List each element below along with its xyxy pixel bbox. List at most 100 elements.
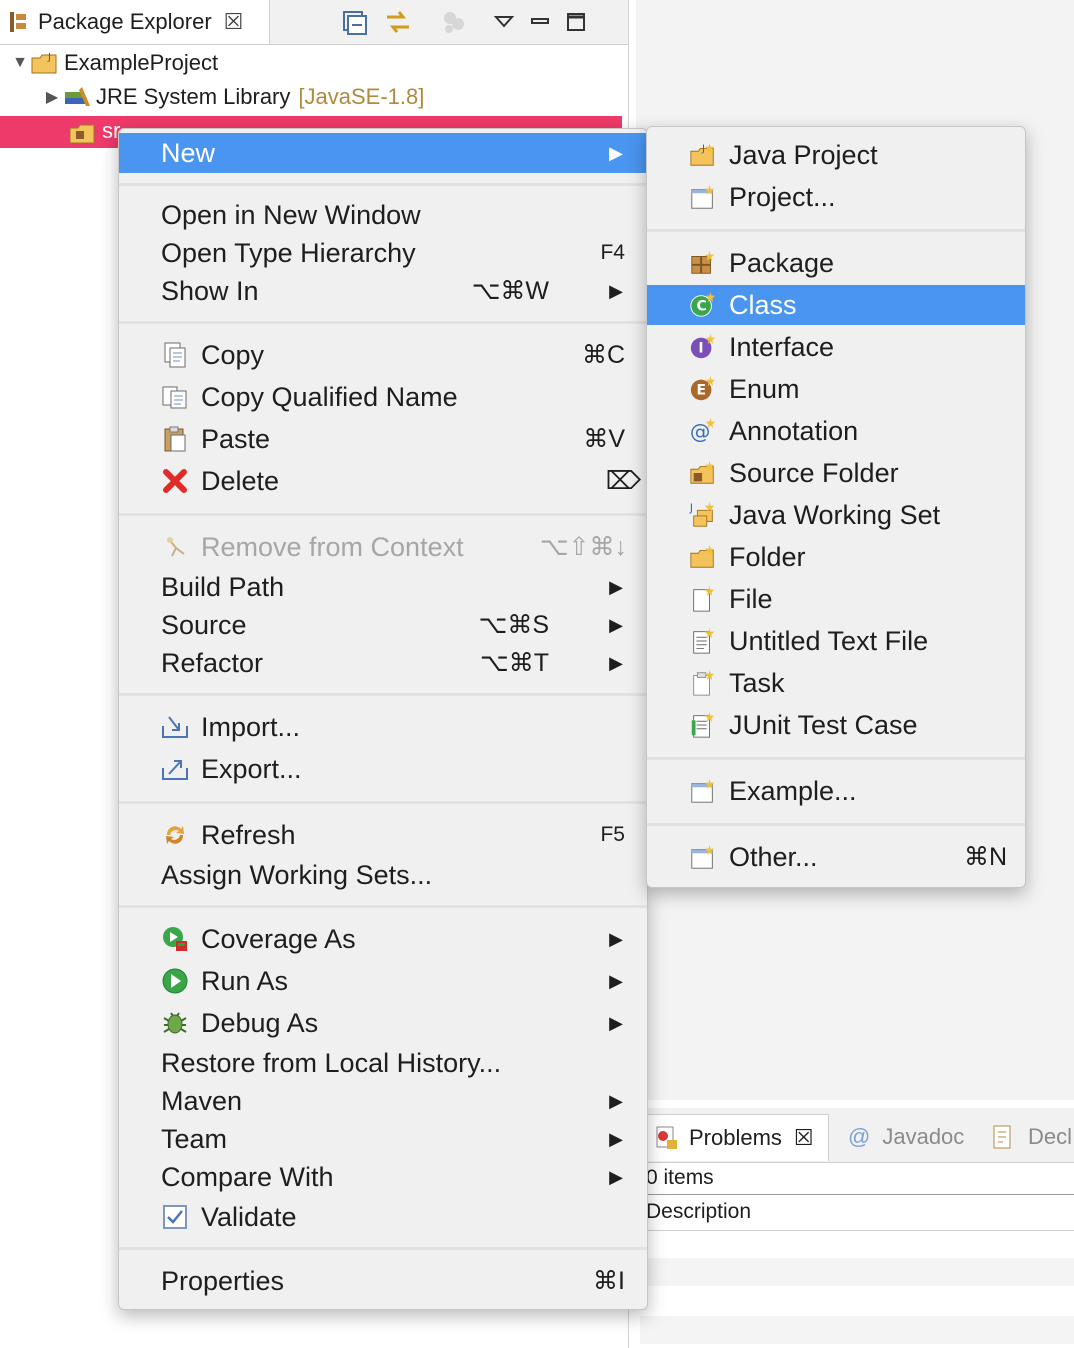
tab-problems[interactable]: Problems ☒: [644, 1114, 829, 1161]
menu-item-coverage-as[interactable]: Coverage As ▶: [119, 919, 647, 959]
expand-down-icon[interactable]: ▼: [10, 53, 30, 73]
separator: [119, 693, 647, 696]
separator: [119, 1247, 647, 1250]
submenu-arrow-icon: ▶: [609, 1012, 623, 1033]
menu-item-show-in[interactable]: Show In ⌥⌘W ▶: [119, 271, 647, 311]
project-label: ExampleProject: [64, 50, 219, 75]
svg-text:E: E: [696, 383, 706, 399]
submenu-item-file[interactable]: File: [647, 579, 1025, 619]
menu-item-import[interactable]: Import...: [119, 707, 647, 747]
submenu-arrow-icon: ▶: [609, 1128, 623, 1149]
submenu-item-folder[interactable]: Folder: [647, 537, 1025, 577]
submenu-arrow-icon: ▶: [609, 142, 623, 163]
menu-item-new[interactable]: New ▶: [119, 133, 647, 173]
separator: [647, 229, 1025, 232]
submenu-item-java-working-set[interactable]: J Java Working Set: [647, 495, 1025, 535]
menu-item-export[interactable]: Export...: [119, 749, 647, 789]
focus-task-icon[interactable]: [436, 4, 472, 40]
separator: [647, 823, 1025, 826]
column-header-description[interactable]: Description: [646, 1200, 751, 1224]
divider: [640, 1230, 1074, 1231]
submenu-item-project[interactable]: Project...: [647, 177, 1025, 217]
source-folder-icon: [69, 124, 95, 144]
view-menu-icon[interactable]: [486, 4, 522, 40]
menu-item-run-as[interactable]: Run As ▶: [119, 961, 647, 1001]
menu-item-paste[interactable]: Paste ⌘V: [119, 419, 647, 459]
svg-text:J: J: [701, 143, 705, 154]
collapse-all-icon[interactable]: [336, 4, 372, 40]
tree-item-project[interactable]: ▼ J ExampleProject: [10, 46, 218, 80]
menu-item-assign-working-sets[interactable]: Assign Working Sets...: [119, 855, 647, 895]
submenu-item-class[interactable]: C Class: [647, 285, 1025, 325]
menu-item-delete[interactable]: Delete ⌦: [119, 461, 647, 501]
tab-javadoc[interactable]: @ Javadoc: [848, 1114, 964, 1160]
submenu-item-annotation[interactable]: @ Annotation: [647, 411, 1025, 451]
menu-item-remove-from-context: Remove from Context ⌥⇧⌘↓: [119, 527, 647, 567]
close-icon[interactable]: ☒: [794, 1125, 814, 1151]
copy-icon: [161, 341, 189, 369]
file-icon: [689, 585, 717, 613]
tab-package-explorer[interactable]: Package Explorer ☒: [0, 0, 270, 44]
table-row: [640, 1258, 1074, 1286]
junit-icon: [689, 711, 717, 739]
table-row: [640, 1316, 1074, 1344]
link-with-editor-icon[interactable]: [380, 4, 416, 40]
submenu-item-junit-test-case[interactable]: JUnit Test Case: [647, 705, 1025, 745]
menu-item-build-path[interactable]: Build Path ▶: [119, 567, 647, 607]
at-icon: @: [848, 1124, 871, 1149]
submenu-arrow-icon: ▶: [609, 928, 623, 949]
submenu-item-interface[interactable]: I Interface: [647, 327, 1025, 367]
menu-item-debug-as[interactable]: Debug As ▶: [119, 1003, 647, 1043]
new-submenu: J Java Project Project... Package C Clas…: [646, 126, 1026, 888]
submenu-item-package[interactable]: Package: [647, 243, 1025, 283]
submenu-item-other[interactable]: Other... ⌘N: [647, 837, 1025, 877]
menu-item-copy[interactable]: Copy ⌘C: [119, 335, 647, 375]
wizard-icon: [689, 777, 717, 805]
coverage-icon: [161, 925, 189, 953]
tab-problems-label: Problems: [689, 1125, 782, 1150]
menu-item-refactor[interactable]: Refactor ⌥⌘T ▶: [119, 643, 647, 683]
submenu-item-java-project[interactable]: J Java Project: [647, 135, 1025, 175]
separator: [119, 513, 647, 516]
task-icon: [689, 669, 717, 697]
menu-item-open-new-window[interactable]: Open in New Window: [119, 195, 647, 235]
minimize-icon[interactable]: [522, 4, 558, 40]
problems-count: 0 items: [646, 1166, 714, 1189]
wizard-icon: [689, 843, 717, 871]
menu-item-properties[interactable]: Properties ⌘I: [119, 1261, 647, 1301]
tab-title: Package Explorer: [38, 9, 212, 34]
submenu-arrow-icon: ▶: [609, 576, 623, 597]
menu-item-team[interactable]: Team ▶: [119, 1119, 647, 1159]
menu-item-validate[interactable]: Validate: [119, 1197, 647, 1237]
separator: [119, 905, 647, 908]
menu-item-copy-qualified-name[interactable]: Copy Qualified Name: [119, 377, 647, 417]
maximize-icon[interactable]: [558, 4, 594, 40]
paste-icon: [161, 425, 189, 453]
view-toolbar: [336, 0, 594, 44]
expand-right-icon[interactable]: ▶: [42, 87, 62, 107]
submenu-item-enum[interactable]: E Enum: [647, 369, 1025, 409]
submenu-item-untitled-text-file[interactable]: Untitled Text File: [647, 621, 1025, 661]
menu-item-restore-history[interactable]: Restore from Local History...: [119, 1043, 647, 1083]
menu-item-maven[interactable]: Maven ▶: [119, 1081, 647, 1121]
delete-icon: [161, 467, 189, 495]
tree-item-jre[interactable]: ▶ JRE System Library [JavaSE-1.8]: [42, 80, 425, 114]
menu-item-refresh[interactable]: Refresh F5: [119, 815, 647, 855]
bug-icon: [161, 1009, 189, 1037]
menu-item-source[interactable]: Source ⌥⌘S ▶: [119, 605, 647, 645]
submenu-item-task[interactable]: Task: [647, 663, 1025, 703]
separator: [119, 801, 647, 804]
submenu-item-example[interactable]: Example...: [647, 771, 1025, 811]
problems-view: Problems ☒ @ Javadoc Decl 0 items Descri…: [640, 1108, 1074, 1348]
submenu-arrow-icon: ▶: [609, 280, 623, 301]
tab-declaration[interactable]: Decl: [990, 1114, 1072, 1160]
tab-declaration-label: Decl: [1028, 1124, 1073, 1149]
export-icon: [161, 755, 189, 783]
jre-version: [JavaSE-1.8]: [298, 84, 425, 109]
menu-item-open-type-hierarchy[interactable]: Open Type Hierarchy F4: [119, 233, 647, 273]
menu-item-compare-with[interactable]: Compare With ▶: [119, 1157, 647, 1197]
interface-icon: I: [689, 333, 717, 361]
close-icon[interactable]: ☒: [224, 9, 244, 35]
submenu-item-source-folder[interactable]: Source Folder: [647, 453, 1025, 493]
run-icon: [161, 967, 189, 995]
